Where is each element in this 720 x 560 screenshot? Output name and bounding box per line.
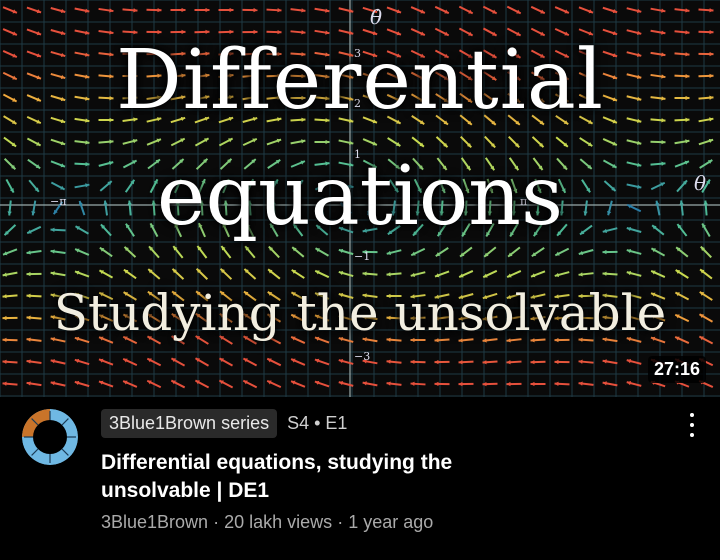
- thumbnail-title-line-2: equations: [156, 149, 564, 244]
- video-thumbnail[interactable]: θ̇ 3 2 1 −1 −3 θ π −π Differential equations Stu…: [0, 0, 720, 397]
- video-info: 3Blue1Brown series S4 • E1 Differential …: [0, 397, 720, 560]
- thumbnail-title-line-1: Differential: [115, 33, 605, 128]
- episode-label: S4 • E1: [287, 413, 348, 433]
- separator: ·: [337, 512, 344, 532]
- duration-badge: 27:16: [647, 356, 706, 383]
- channel-name[interactable]: 3Blue1Brown: [101, 512, 208, 532]
- video-subline: 3Blue1Brown · 20 lakh views · 1 year ago: [101, 512, 433, 533]
- more-vert-icon[interactable]: [682, 413, 702, 437]
- channel-avatar[interactable]: [22, 409, 78, 465]
- view-count: 20 lakh views: [224, 512, 333, 532]
- series-chip[interactable]: 3Blue1Brown series: [101, 409, 278, 438]
- y-tick-neg-3: −3: [354, 350, 370, 363]
- upload-age: 1 year ago: [348, 512, 434, 532]
- thumbnail-subtitle: Studying the unsolvable: [53, 284, 667, 342]
- theta-dot-axis-label: θ̇: [370, 5, 382, 29]
- series-row: 3Blue1Brown series S4 • E1: [101, 409, 347, 438]
- separator: ·: [213, 512, 220, 532]
- y-tick-neg-1: −1: [354, 250, 370, 263]
- video-title[interactable]: Differential equations, studying the uns…: [101, 449, 541, 505]
